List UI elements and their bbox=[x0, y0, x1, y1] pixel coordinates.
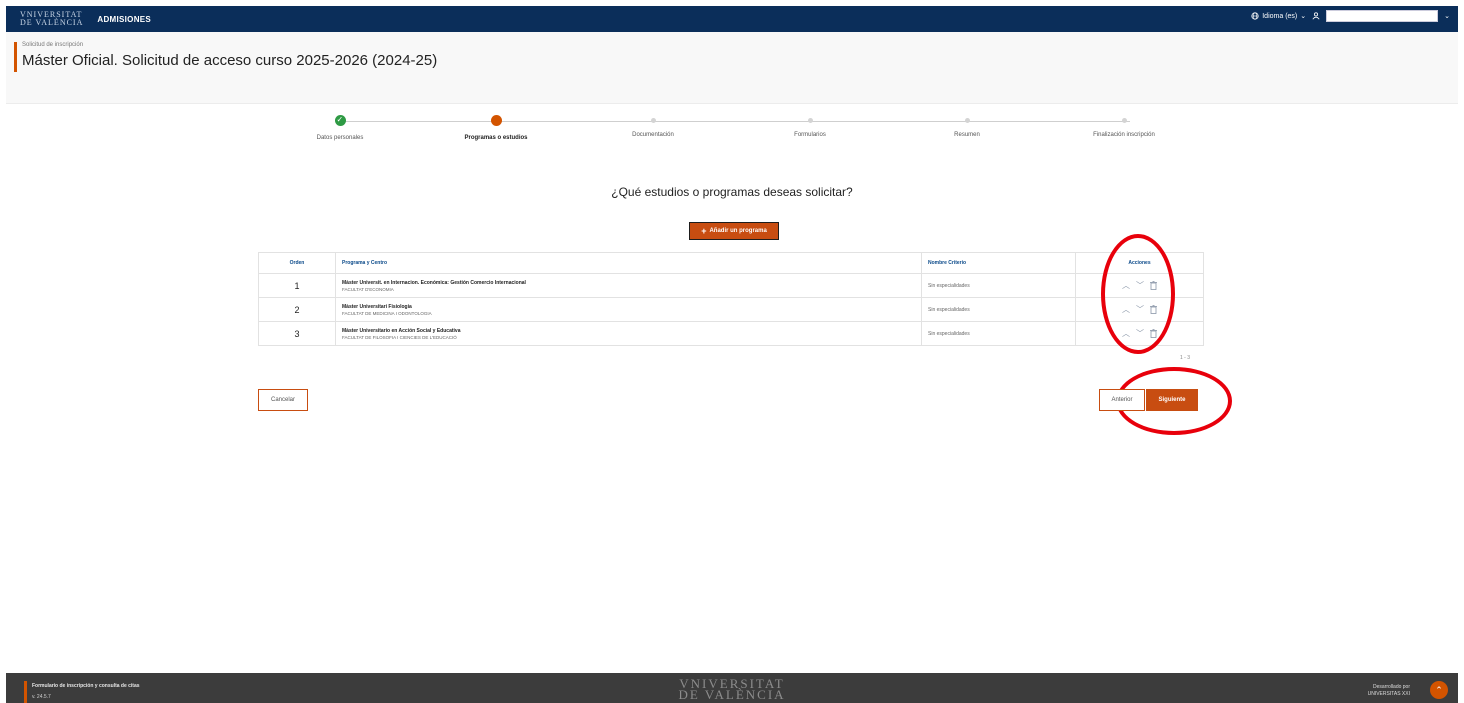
section-question: ¿Qué estudios o programas deseas solicit… bbox=[611, 185, 853, 199]
top-right-controls: Idioma (es) ⌄ ⌄ bbox=[1251, 10, 1450, 22]
footer-logo-line-2: DE VALÈNCIA bbox=[678, 687, 786, 702]
step-pending-dot bbox=[964, 118, 970, 123]
criteria-cell: Sin especialidades bbox=[922, 322, 1076, 345]
chevron-up-icon: ⌃ bbox=[1435, 684, 1443, 695]
order-cell: 1 bbox=[259, 274, 336, 297]
developed-by-label: Desarrollado por bbox=[1373, 684, 1410, 690]
logo-line-2: DE VALÈNCIA bbox=[20, 18, 84, 27]
program-name: Màster Universitari Fisiologia bbox=[342, 303, 412, 310]
language-label: Idioma (es) bbox=[1262, 12, 1298, 20]
scroll-to-top-button[interactable]: ⌃ bbox=[1430, 681, 1448, 699]
progress-stepper: ✓ Datos personales Programas o estudios … bbox=[262, 112, 1202, 148]
plus-icon: + bbox=[701, 226, 707, 236]
step-label: Programas o estudios bbox=[464, 135, 528, 141]
university-logo[interactable]: VNIVERSITAT DE VALÈNCIA bbox=[20, 11, 83, 27]
table-row: 3 Màster Universitario en Acción Social … bbox=[258, 322, 1204, 346]
criteria-cell: Sin especialidades bbox=[922, 298, 1076, 321]
user-name-field[interactable] bbox=[1326, 10, 1439, 22]
app-name[interactable]: ADMISIONES bbox=[97, 15, 151, 24]
step-pending-dot bbox=[1121, 118, 1127, 123]
order-cell: 2 bbox=[259, 298, 336, 321]
step-done-dot: ✓ bbox=[334, 115, 346, 126]
previous-button[interactable]: Anterior bbox=[1099, 389, 1145, 411]
step-label: Datos personales bbox=[316, 135, 364, 141]
add-program-label: Añadir un programa bbox=[709, 228, 767, 234]
step-label: Formularios bbox=[794, 132, 826, 138]
header-accent-bar bbox=[14, 42, 17, 72]
table-row: 1 Màster Universit. en Internacion. Econ… bbox=[258, 274, 1204, 298]
step-finalizacion[interactable]: Finalización inscripción bbox=[1046, 112, 1202, 138]
breadcrumb[interactable]: Solicitud de inscripción bbox=[22, 42, 83, 48]
page-footer: Formulario de inscripción y consulta de … bbox=[6, 673, 1458, 703]
step-datos-personales[interactable]: ✓ Datos personales bbox=[262, 112, 418, 141]
step-formularios[interactable]: Formularios bbox=[732, 112, 888, 138]
language-selector[interactable]: Idioma (es) ⌄ bbox=[1251, 12, 1306, 20]
page-header: Solicitud de inscripción Máster Oficial.… bbox=[6, 32, 1458, 104]
step-label: Resumen bbox=[954, 132, 980, 138]
program-center: FACULTAT D'ECONOMIA bbox=[342, 286, 394, 292]
top-navbar: VNIVERSITAT DE VALÈNCIA ADMISIONES Idiom… bbox=[6, 6, 1458, 32]
next-button[interactable]: Siguiente bbox=[1146, 389, 1198, 411]
step-pending-dot bbox=[807, 118, 813, 123]
step-pending-dot bbox=[650, 118, 656, 123]
column-header-criteria[interactable]: Nombre Criterio bbox=[928, 260, 966, 266]
cancel-button[interactable]: Cancelar bbox=[258, 389, 308, 411]
user-menu-chevron-icon[interactable]: ⌄ bbox=[1444, 12, 1450, 20]
order-cell: 3 bbox=[259, 322, 336, 345]
program-name: Màster Universit. en Internacion. Económ… bbox=[342, 279, 526, 286]
program-center: FACULTAT DE FILOSOFIA I CIENCIES DE L'ED… bbox=[342, 334, 457, 340]
column-header-program[interactable]: Programa y Centro bbox=[342, 260, 921, 266]
step-documentacion[interactable]: Documentación bbox=[575, 112, 731, 138]
step-label: Finalización inscripción bbox=[1093, 132, 1155, 138]
program-name: Màster Universitario en Acción Social y … bbox=[342, 327, 461, 334]
page-title: Máster Oficial. Solicitud de acceso curs… bbox=[22, 52, 438, 69]
table-header-row: Orden Programa y Centro Nombre Criterio … bbox=[258, 253, 1204, 274]
footer-university-logo: VNIVERSITAT DE VALÈNCIA bbox=[6, 677, 1458, 702]
annotation-circle-actions bbox=[1101, 234, 1175, 354]
program-center: FACULTAT DE MEDICINA I ODONTOLOGIA bbox=[342, 310, 432, 316]
globe-icon bbox=[1251, 12, 1259, 20]
pagination-info: 1 - 3 bbox=[1180, 355, 1191, 361]
programs-table: Orden Programa y Centro Nombre Criterio … bbox=[258, 252, 1204, 346]
check-icon: ✓ bbox=[336, 115, 344, 124]
step-label: Documentación bbox=[632, 132, 674, 138]
column-header-order[interactable]: Orden bbox=[290, 260, 305, 266]
add-program-button[interactable]: + Añadir un programa bbox=[689, 222, 779, 240]
criteria-cell: Sin especialidades bbox=[922, 274, 1076, 297]
developer-name: UNIVERSITAS XXI bbox=[1367, 691, 1410, 697]
step-programas[interactable]: Programas o estudios bbox=[418, 112, 574, 141]
developed-by: Desarrollado por UNIVERSITAS XXI bbox=[1368, 684, 1410, 698]
step-resumen[interactable]: Resumen bbox=[889, 112, 1045, 138]
user-icon[interactable] bbox=[1312, 12, 1320, 20]
table-row: 2 Màster Universitari Fisiologia FACULTA… bbox=[258, 298, 1204, 322]
step-current-dot bbox=[490, 115, 502, 126]
chevron-down-icon: ⌄ bbox=[1300, 13, 1307, 20]
